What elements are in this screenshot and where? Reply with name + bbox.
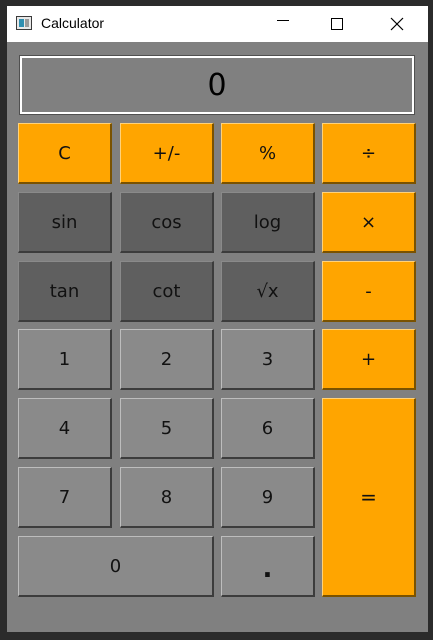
maximize-button[interactable] <box>314 6 360 42</box>
title-bar[interactable]: Calculator <box>7 6 428 42</box>
digit-3-button[interactable]: 3 <box>221 329 315 390</box>
equals-button[interactable]: = <box>322 398 416 597</box>
add-button[interactable]: + <box>322 329 416 390</box>
digit-5-button[interactable]: 5 <box>120 398 214 459</box>
close-button[interactable] <box>374 6 420 42</box>
cos-button[interactable]: cos <box>120 192 214 253</box>
log-button[interactable]: log <box>221 192 315 253</box>
clear-button[interactable]: C <box>18 123 112 184</box>
tan-button[interactable]: tan <box>18 261 112 322</box>
sin-button[interactable]: sin <box>18 192 112 253</box>
digit-2-button[interactable]: 2 <box>120 329 214 390</box>
window-title: Calculator <box>41 15 105 31</box>
maximize-icon <box>331 18 343 30</box>
sqrt-button[interactable]: √x <box>221 261 315 322</box>
subtract-button[interactable]: - <box>322 261 416 322</box>
close-icon <box>390 17 404 31</box>
result-display: 0 <box>19 55 415 115</box>
multiply-button[interactable]: × <box>322 192 416 253</box>
minimize-icon <box>277 19 289 21</box>
minimize-button[interactable] <box>260 6 306 42</box>
calculator-window: Calculator 0 C +/- % ÷ sin cos log × tan… <box>7 6 428 632</box>
digit-0-button[interactable]: 0 <box>18 536 214 597</box>
digit-7-button[interactable]: 7 <box>18 467 112 528</box>
digit-9-button[interactable]: 9 <box>221 467 315 528</box>
digit-1-button[interactable]: 1 <box>18 329 112 390</box>
decimal-button[interactable]: . <box>221 536 315 597</box>
percent-button[interactable]: % <box>221 123 315 184</box>
divide-button[interactable]: ÷ <box>322 123 416 184</box>
calculator-app-icon <box>16 16 32 30</box>
sign-toggle-button[interactable]: +/- <box>120 123 214 184</box>
digit-4-button[interactable]: 4 <box>18 398 112 459</box>
cot-button[interactable]: cot <box>120 261 214 322</box>
digit-8-button[interactable]: 8 <box>120 467 214 528</box>
digit-6-button[interactable]: 6 <box>221 398 315 459</box>
